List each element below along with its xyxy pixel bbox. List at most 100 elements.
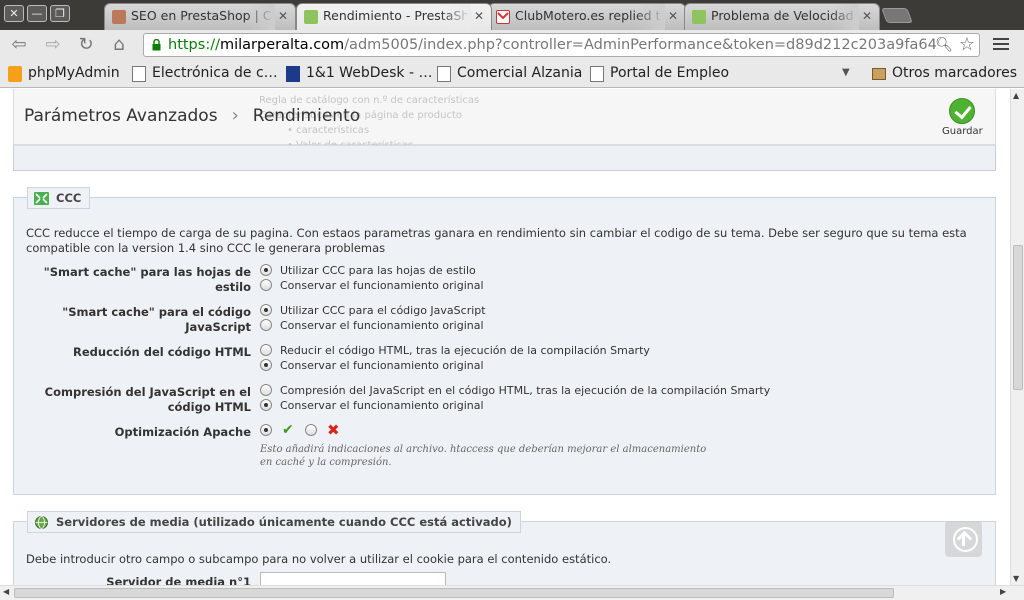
- home-icon[interactable]: ⌂: [108, 34, 130, 56]
- breadcrumb-parent[interactable]: Parámetros Avanzados: [24, 106, 218, 126]
- new-tab-button[interactable]: [881, 8, 913, 23]
- back-arrow-icon[interactable]: ⇦: [8, 34, 30, 56]
- page-header: Regla de catálogo con n.º de característ…: [13, 89, 996, 151]
- url-path: /adm5005/index.php?controller=AdminPerfo…: [344, 37, 938, 53]
- bookmark-webdesk[interactable]: 1&1 WebDesk - …: [286, 65, 433, 82]
- option-label: Conservar el funcionamiento original: [280, 359, 484, 372]
- tab-clubmotero[interactable]: ClubMotero.es replied to ✕: [488, 3, 686, 30]
- page-viewport: Regla de catálogo con n.º de característ…: [0, 89, 1010, 585]
- url-protocol: https://: [168, 37, 220, 53]
- radio-button[interactable]: [260, 344, 272, 356]
- html-reduction-label: Reducción del código HTML: [73, 345, 251, 359]
- vertical-scroll-thumb[interactable]: [1013, 245, 1023, 390]
- tab-title: SEO en PrestaShop | Cons: [131, 8, 271, 23]
- apache-yes-option[interactable]: [260, 423, 280, 438]
- media-server-1-input[interactable]: [260, 572, 446, 585]
- css-ccc-off-option[interactable]: Conservar el funcionamiento original: [260, 278, 484, 293]
- radio-button[interactable]: [305, 424, 317, 436]
- horizontal-scrollbar[interactable]: ◀ ▶: [0, 585, 1024, 600]
- tab-seo-prestashop[interactable]: SEO en PrestaShop | Cons ✕: [104, 3, 296, 30]
- breadcrumb-separator-icon: ›: [231, 105, 239, 126]
- media-servers-panel: Servidores de media (utilizado únicament…: [13, 511, 996, 585]
- bookmark-label: Comercial Alzania: [457, 65, 583, 81]
- tab-close-icon[interactable]: ✕: [278, 9, 288, 23]
- option-label: Conservar el funcionamiento original: [280, 399, 484, 412]
- window-controls: ✕ — ❐: [4, 5, 70, 22]
- tab-problema-velocidad[interactable]: Problema de Velocidad de ✕: [684, 3, 880, 30]
- page-title: Rendimiento: [252, 105, 361, 126]
- bookmark-comercial-alzania[interactable]: Comercial Alzania: [437, 65, 583, 82]
- html-reduce-off-option[interactable]: Conservar el funcionamiento original: [260, 358, 484, 373]
- bookmark-phpmyadmin[interactable]: phpMyAdmin: [8, 65, 120, 82]
- css-ccc-on-option[interactable]: Utilizar CCC para las hojas de estilo: [260, 263, 476, 278]
- scroll-down-arrow-icon[interactable]: ▼: [1013, 574, 1019, 583]
- radio-button[interactable]: [260, 319, 272, 331]
- js-smart-cache-label: "Smart cache" para el código JavaScript: [62, 305, 251, 334]
- apache-no-option[interactable]: [305, 423, 325, 438]
- prestashop-favicon-icon: [304, 10, 318, 24]
- server-icon: [35, 516, 48, 529]
- radio-button[interactable]: [260, 359, 272, 371]
- tab-title: ClubMotero.es replied to: [515, 8, 661, 23]
- address-bar[interactable]: https://milarperalta.com/adm5005/index.p…: [143, 33, 980, 57]
- option-label: Reducir el código HTML, tras la ejecució…: [280, 344, 650, 357]
- vertical-scrollbar[interactable]: ▲ ▼: [1010, 89, 1024, 585]
- tab-close-icon[interactable]: ✕: [668, 9, 678, 23]
- js-ccc-on-option[interactable]: Utilizar CCC para el código JavaScript: [260, 303, 486, 318]
- bookmarks-overflow-chevron-icon[interactable]: ▼: [842, 67, 850, 78]
- tab-rendimiento[interactable]: Rendimiento - PrestaShop ✕: [296, 3, 492, 30]
- scroll-right-arrow-icon[interactable]: ▶: [1000, 587, 1006, 596]
- tab-close-icon[interactable]: ✕: [862, 9, 872, 23]
- bookmark-electronica[interactable]: Electrónica de c…: [132, 65, 278, 82]
- scroll-up-arrow-icon[interactable]: ▲: [1013, 91, 1019, 100]
- save-label: Guardar: [942, 126, 983, 137]
- avatar-favicon-icon: [112, 10, 126, 24]
- bookmark-portal-empleo[interactable]: Portal de Empleo: [590, 65, 730, 82]
- legend-title: CCC: [56, 191, 82, 205]
- js-compress-off-option[interactable]: Conservar el funcionamiento original: [260, 398, 484, 413]
- apache-hint: Esto añadirá indicaciones al archivo. ht…: [260, 444, 707, 468]
- chrome-menu-icon[interactable]: [993, 38, 1009, 52]
- radio-button[interactable]: [260, 264, 272, 276]
- checkmark-icon: [949, 98, 975, 124]
- previous-panel-bottom: [13, 145, 996, 171]
- scroll-left-arrow-icon[interactable]: ◀: [3, 587, 9, 596]
- option-label: Conservar el funcionamiento original: [280, 279, 484, 292]
- media-legend: Servidores de media (utilizado únicament…: [27, 511, 521, 533]
- tab-title: Rendimiento - PrestaShop: [323, 8, 467, 23]
- breadcrumb: Parámetros Avanzados › Rendimiento: [24, 105, 360, 126]
- css-smart-cache-label: "Smart cache" para las hojas de estilo: [43, 265, 251, 294]
- radio-button[interactable]: [260, 424, 272, 436]
- page-icon: [437, 66, 451, 82]
- js-compress-on-option[interactable]: Compresión del JavaScript en el código H…: [260, 383, 770, 398]
- scroll-to-top-button[interactable]: [945, 521, 982, 557]
- bookmark-label: Portal de Empleo: [610, 65, 730, 81]
- save-button[interactable]: Guardar: [942, 95, 983, 141]
- phpmyadmin-icon: [8, 66, 22, 82]
- radio-button[interactable]: [260, 279, 272, 291]
- reload-icon[interactable]: ↻: [75, 34, 97, 56]
- ccc-legend: CCC: [27, 187, 91, 209]
- tab-close-icon[interactable]: ✕: [474, 9, 484, 23]
- radio-button[interactable]: [260, 399, 272, 411]
- js-ccc-off-option[interactable]: Conservar el funcionamiento original: [260, 318, 484, 333]
- js-compression-label: Compresión del JavaScript en el código H…: [44, 385, 251, 414]
- search-icon[interactable]: 🔍︎: [935, 37, 953, 53]
- window-close-button[interactable]: ✕: [4, 5, 24, 22]
- radio-button[interactable]: [260, 384, 272, 396]
- bookmark-otros-marcadores[interactable]: Otros marcadores: [872, 65, 1017, 81]
- option-label: Utilizar CCC para las hojas de estilo: [280, 264, 476, 277]
- bookmark-star-icon[interactable]: ☆: [959, 34, 975, 55]
- html-reduce-on-option[interactable]: Reducir el código HTML, tras la ejecució…: [260, 343, 650, 358]
- window-minimize-button[interactable]: —: [27, 5, 47, 22]
- option-label: Compresión del JavaScript en el código H…: [280, 384, 771, 397]
- forward-arrow-icon[interactable]: ⇨: [42, 34, 64, 56]
- bookmark-label: 1&1 WebDesk - …: [306, 65, 433, 81]
- radio-button[interactable]: [260, 304, 272, 316]
- option-label: Utilizar CCC para el código JavaScript: [280, 304, 486, 317]
- bookmark-label: Electrónica de c…: [152, 65, 278, 81]
- horizontal-scroll-thumb[interactable]: [14, 588, 894, 598]
- window-maximize-button[interactable]: ❐: [50, 5, 70, 22]
- url-host: milarperalta.com: [219, 37, 345, 53]
- cross-icon: ✖: [327, 421, 340, 439]
